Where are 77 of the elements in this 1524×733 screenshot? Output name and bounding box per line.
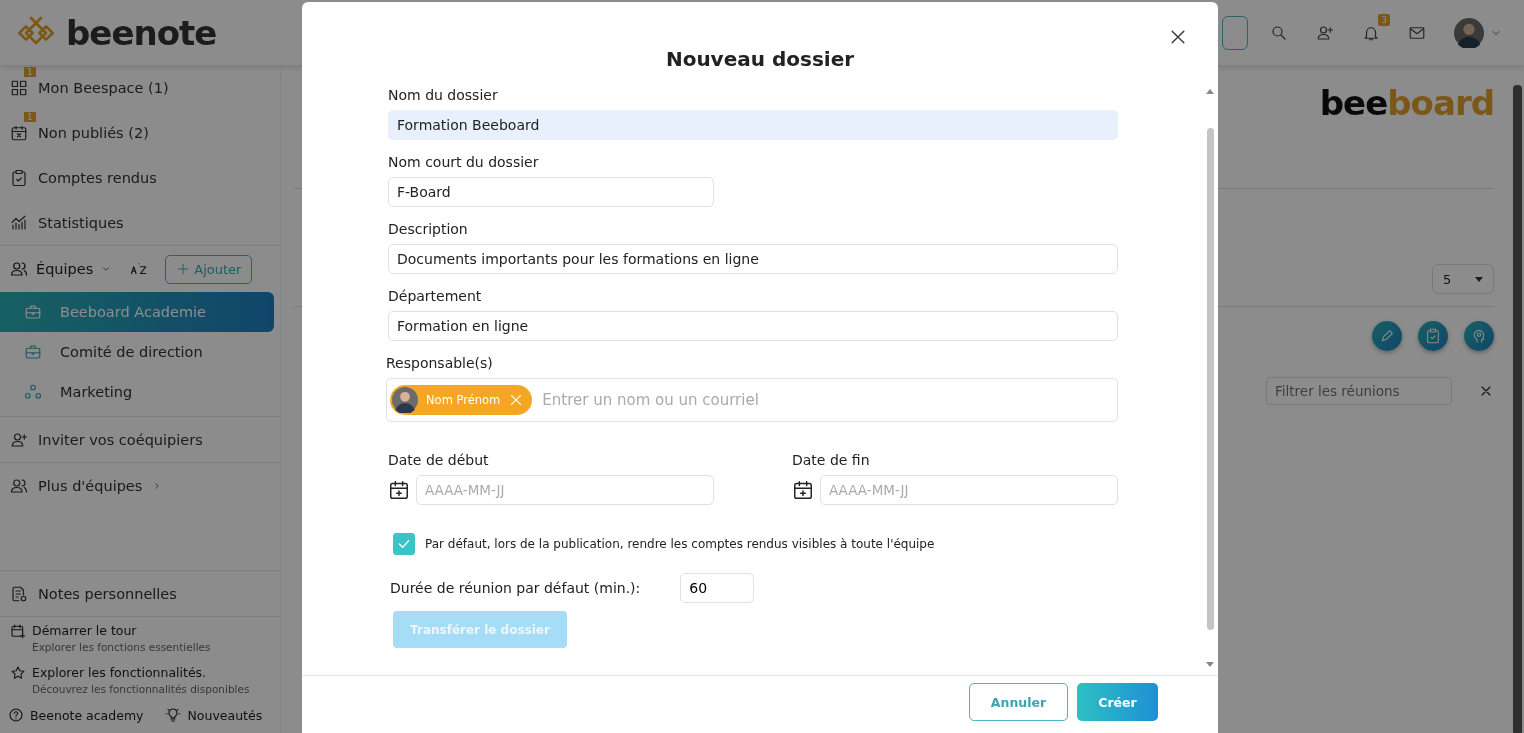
scrollbar[interactable] [1206,89,1214,667]
star-icon [10,665,26,681]
duration-field[interactable]: 60 [680,573,755,603]
field-label: Durée de réunion par défaut (min.): [390,580,641,596]
filter-field[interactable]: Filtrer les réunions [1266,377,1452,405]
plus-icon [176,262,191,276]
nav-item[interactable]: Statistiques [0,200,280,245]
footer-link[interactable]: Nouveautés [165,707,263,723]
nav-item[interactable]: Mon Beespace (1) 1 [0,65,280,110]
text-field[interactable]: Formation en ligne [388,311,1118,341]
page-size-select[interactable]: 5 [1432,264,1494,294]
invite-link[interactable]: Inviter vos coéquipiers [0,417,280,462]
head-gear-icon [1471,328,1487,344]
clipboard-check-icon [1425,328,1441,344]
help-link[interactable]: Démarrer le tour [32,623,211,638]
help-description: Explorer les fonctions essentielles [32,641,211,653]
field-label: Date de fin [792,452,871,468]
nav-item[interactable]: Comptes rendus [0,155,280,200]
team-item[interactable]: Beeboard Academie [0,292,274,332]
field-label: Département [388,288,483,304]
chevron-down-icon [101,264,112,274]
count-badge: 1 [24,67,36,77]
checkbox-label: Par défaut, lors de la publication, rendre les comptes rendus visibles à toute l'équipe [425,537,935,551]
nav-item[interactable]: Non publiés (2) 1 [0,110,280,155]
add-user-icon [10,430,28,449]
search-icon [1270,23,1288,42]
toolbar-button[interactable] [1222,15,1248,50]
team-item[interactable]: Marketing [0,372,274,412]
chart-icon [10,213,28,232]
count-badge: 1 [24,112,36,122]
briefcase-icon [24,343,42,361]
briefcase-icon [24,303,42,321]
date-field[interactable]: AAAA-MM-JJ [416,475,714,505]
text-field[interactable]: Documents importants pour les formations en ligne [388,244,1118,274]
edit-button[interactable] [1372,321,1402,351]
help-description: Découvrez les fonctionnalités disponibles [32,683,250,695]
text-field[interactable]: Formation Beeboard [388,110,1118,140]
create-button[interactable]: Créer [1077,683,1158,721]
add-user-icon [1316,23,1334,42]
text-field[interactable]: F-Board [388,177,714,207]
calendar-plus-icon [792,479,814,501]
grid-icon [10,78,28,97]
checkbox[interactable] [393,533,415,555]
avatar [1454,17,1484,48]
avatar [392,387,418,413]
cancel-button[interactable]: Annuler [969,683,1068,721]
field-label: Description [388,221,469,237]
footer-link[interactable]: Beenote academy [8,707,144,723]
clipboard-button[interactable] [1418,321,1448,351]
help-link[interactable]: Explorer les fonctionnalités. [32,665,250,680]
calendar-plus-icon [388,479,410,501]
lightbulb-icon [165,707,182,723]
scrollbar[interactable] [1513,85,1522,733]
team-icon [10,260,28,278]
field-label: Nom court du dossier [388,154,540,170]
field-label: Date de début [388,452,490,468]
more-teams-link[interactable]: Plus d'équipes [0,463,280,508]
teams-dropdown[interactable]: Équipes [36,261,94,277]
notes-icon [10,584,28,603]
head-gear-button[interactable] [1464,321,1494,351]
app-logo[interactable]: beenote [66,12,217,53]
calendar-x-icon [10,123,28,142]
team-item[interactable]: Comité de direction [0,332,274,372]
calendar-plus-icon [10,623,26,639]
dialog-title: Nouveau dossier [665,46,855,71]
nav-item[interactable]: Notes personnelles [0,571,280,616]
date-field[interactable]: AAAA-MM-JJ [820,475,1118,505]
chip-label: Nom Prénom [426,393,501,407]
field-label: Responsable(s) [386,355,494,371]
help-icon [8,707,24,723]
nodes-icon [24,383,42,401]
beeboard-logo: beeboard [1319,83,1494,123]
clipboard-check-icon [10,168,28,187]
team-icon [10,476,28,495]
field-label: Nom du dossier [388,87,499,103]
notification-badge: 3 [1378,13,1390,26]
pencil-icon [1379,328,1395,344]
